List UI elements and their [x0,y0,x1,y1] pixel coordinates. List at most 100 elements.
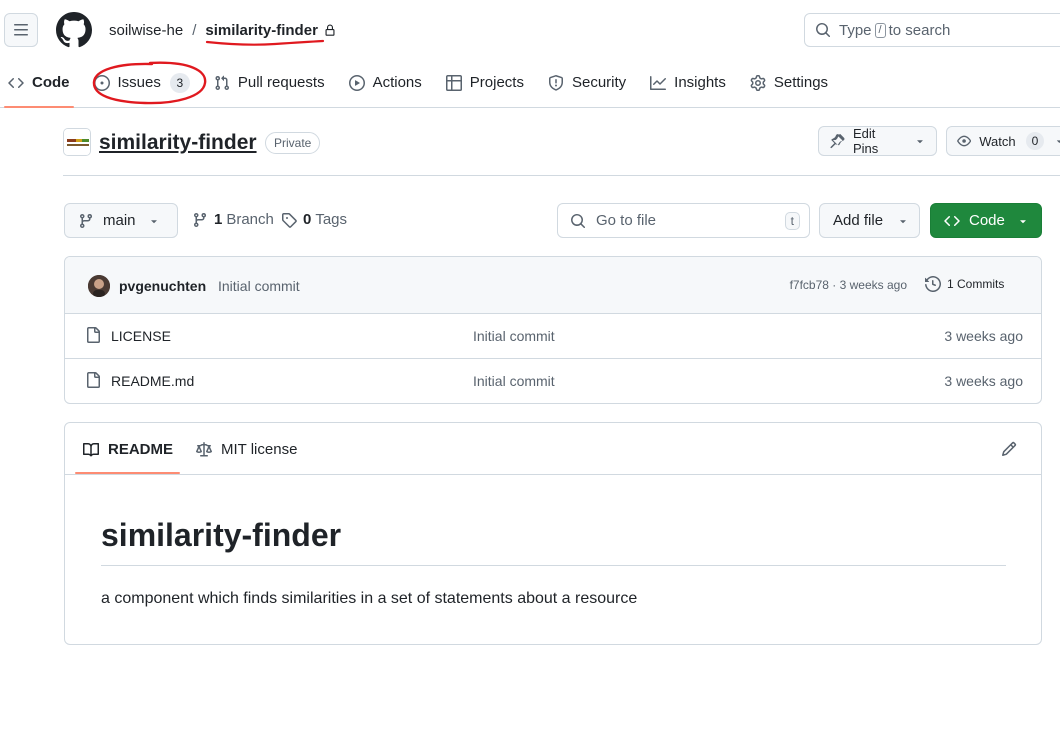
tab-readme[interactable]: README [83,441,173,458]
law-icon [196,441,212,456]
file-commit-time: 3 weeks ago [944,373,1023,389]
tab-settings[interactable]: Settings [742,66,836,99]
tab-projects-label: Projects [469,74,524,91]
eye-icon [957,135,972,147]
commit-hash-time[interactable]: f7fcb78 · 3 weeks ago [790,278,907,292]
tab-actions-label: Actions [372,74,422,91]
file-name[interactable]: README.md [111,373,194,389]
git-branch-icon [193,212,206,227]
branch-count-label: Branch [226,211,274,228]
branch-selector-button[interactable]: main [64,203,178,238]
repo-link[interactable]: similarity-finder [205,22,318,39]
watch-count-badge: 0 [1025,132,1045,150]
tab-pull-requests-label: Pull requests [237,74,325,91]
lock-icon [325,24,335,36]
code-icon [8,77,24,88]
file-row[interactable]: README.md Initial commit 3 weeks ago [65,359,1041,403]
breadcrumb-separator: / [192,21,197,39]
file-table: pvgenuchten Initial commit f7fcb78 · 3 w… [64,256,1042,404]
tab-pull-requests[interactable]: Pull requests [206,66,333,99]
file-icon [87,372,100,388]
triangle-down-icon [150,219,157,223]
code-icon [944,215,960,226]
readme-title: similarity-finder [101,517,1006,566]
graph-icon [650,75,667,90]
search-placeholder-before: Type [839,21,872,39]
pencil-icon[interactable] [1001,441,1017,457]
tags-link[interactable]: 0 Tags [281,211,347,228]
commit-author-avatar[interactable] [88,275,110,297]
tab-insights-label: Insights [674,74,726,91]
branch-name: main [103,212,136,229]
triangle-down-icon [1057,140,1060,143]
tab-code-label: Code [32,74,70,91]
soilwise-logo-icon [64,129,90,155]
annotation-circle [92,61,207,105]
readme-panel: README MIT license similarity-finder a c… [64,422,1042,645]
repo-owner-avatar[interactable] [63,128,91,156]
breadcrumb: soilwise-he / similarity-finder [109,20,336,40]
tab-settings-label: Settings [773,74,829,91]
gear-icon [750,74,766,91]
triangle-down-icon [1020,219,1026,223]
file-commit-message[interactable]: Initial commit [473,328,555,344]
history-icon [925,276,941,292]
tag-count: 0 [303,211,312,228]
tab-projects[interactable]: Projects [438,66,532,99]
active-tab-indicator [75,472,180,474]
book-icon [83,442,99,456]
latest-commit-row: pvgenuchten Initial commit f7fcb78 · 3 w… [65,257,1041,314]
git-pull-request-icon [215,75,229,90]
visibility-label: Private [265,132,321,154]
edit-pins-button[interactable]: Edit Pins [818,126,937,156]
repo-title-row: similarity-finder Private Edit Pins Watc… [63,126,1060,176]
commits-count-label: 1 Commits [947,277,1005,291]
branches-link[interactable]: 1 Branch [192,211,274,228]
tab-insights[interactable]: Insights [642,66,734,99]
watch-label: Watch [979,133,1016,149]
repo-title-link[interactable]: similarity-finder [99,131,257,155]
go-to-file-placeholder: Go to file [596,212,657,229]
tab-security[interactable]: Security [540,66,634,99]
file-name[interactable]: LICENSE [111,328,171,344]
search-icon [816,23,831,38]
branch-count: 1 [214,211,223,228]
tag-icon [282,212,297,228]
file-commit-message[interactable]: Initial commit [473,373,555,389]
readme-tabs: README MIT license [65,423,1041,475]
add-file-label: Add file [833,212,884,229]
watch-button[interactable]: Watch 0 [946,126,1060,156]
file-icon [87,327,100,343]
go-to-file-shortcut: t [784,212,800,230]
code-dropdown-button[interactable]: Code [930,203,1042,238]
tab-actions[interactable]: Actions [341,66,430,99]
annotation-underline [205,39,325,46]
tag-count-label: Tags [315,211,348,228]
menu-button[interactable] [4,13,38,47]
search-input[interactable]: Type / to search [804,13,1060,47]
search-shortcut-key: / [874,22,886,38]
tab-license[interactable]: MIT license [196,441,297,458]
owner-link[interactable]: soilwise-he [109,22,183,39]
git-branch-icon [79,213,92,228]
tab-code[interactable]: Code [0,66,78,108]
commit-message[interactable]: Initial commit [218,278,300,294]
tab-readme-label: README [108,441,174,458]
shield-icon [548,74,563,91]
go-to-file-input[interactable]: Go to file t [557,203,810,238]
github-logo-icon[interactable] [56,12,92,48]
commits-link[interactable]: 1 Commits [925,276,1004,292]
tab-security-label: Security [571,74,627,91]
edit-pins-label: Edit Pins [852,126,879,156]
app-header: soilwise-he / similarity-finder Type / t… [0,0,1060,108]
search-placeholder-after: to search [888,21,951,39]
hamburger-icon [14,24,28,36]
file-commit-time: 3 weeks ago [944,328,1023,344]
user-avatar-icon [88,275,110,297]
triangle-down-icon [900,219,906,223]
add-file-button[interactable]: Add file [819,203,920,238]
tab-license-label: MIT license [221,441,298,458]
commit-author[interactable]: pvgenuchten [119,278,206,294]
triangle-down-icon [917,140,923,144]
file-row[interactable]: LICENSE Initial commit 3 weeks ago [65,314,1041,359]
